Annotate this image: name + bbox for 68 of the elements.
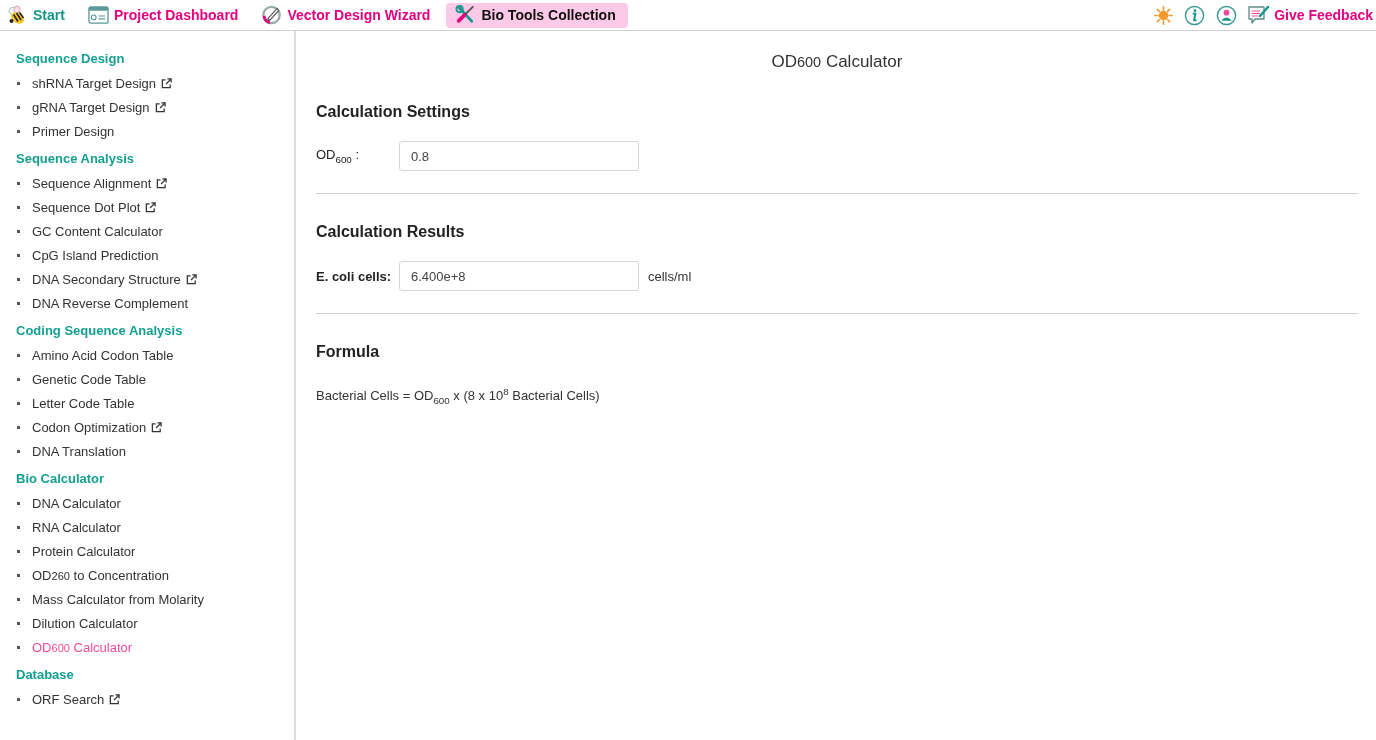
bullet-icon [17,401,20,405]
section-heading: Calculation Results [316,222,466,242]
sidebar-link[interactable]: RNA Calculator [32,519,121,535]
sidebar-link[interactable]: Amino Acid Codon Table [32,347,174,363]
bullet-icon [17,181,20,185]
sidebar-heading: Bio Calculator [16,470,105,488]
bullet-icon [17,621,20,625]
unit-label: cells/ml [648,268,692,284]
bullet-icon [17,105,20,109]
bullet-icon [17,229,20,233]
sidebar-link[interactable]: DNA Secondary Structure [32,271,197,287]
info-icon[interactable] [1184,4,1206,26]
sidebar-link[interactable]: shRNA Target Design [32,75,173,91]
sidebar-link[interactable]: DNA Calculator [32,495,121,511]
wrench-screwdriver-icon [455,5,477,25]
nav-tab[interactable]: Vector Design Wizard [254,2,441,28]
sidebar-heading: Sequence Analysis [16,150,134,168]
formula-text: Bacterial Cells = OD$_{600}$ x (8 x 10$^{8}$ Bacterial Cells) [316,385,601,408]
bullet-icon [17,645,20,649]
bullet-icon [17,501,20,505]
field-label: OD$_{600}$ : [316,147,360,165]
feedback-link[interactable]: Give Feedback [1248,5,1373,25]
bullet-icon [17,277,20,281]
sidebar-link[interactable]: Primer Design [32,123,115,139]
sidebar-link[interactable]: Sequence Alignment [32,175,168,191]
bullet-icon [17,129,20,133]
sidebar-link[interactable]: DNA Translation [32,443,126,459]
nav-tab[interactable]: Bio Tools Collection [446,2,628,28]
sidebar-link[interactable]: ORF Search [32,691,121,707]
sidebar-link[interactable]: Codon Optimization [32,419,163,435]
bullet-icon [17,597,20,601]
input-field[interactable]: 0.8 [399,141,639,171]
nav-tab[interactable]: Start [0,2,75,28]
bullet-icon [17,573,20,577]
sidebar-link[interactable]: Mass Calculator from Molarity [32,591,204,607]
user-icon[interactable] [1216,4,1238,26]
section-heading: Formula [316,342,381,362]
sidebar-link[interactable]: DNA Reverse Complement [32,295,189,311]
ring-pen-icon [261,5,283,25]
bullet-icon [17,377,20,381]
sidebar-link[interactable]: gRNA Target Design [32,99,166,115]
browser-window-icon [87,5,109,25]
bullet-icon [17,253,20,257]
section-heading: Calculation Settings [316,102,471,122]
field-label: E. coli cells: [316,268,393,284]
sidebar-link[interactable]: Sequence Dot Plot [32,199,157,215]
sidebar-link[interactable]: GC Content Calculator [32,223,163,239]
bullet-icon [17,425,20,429]
sidebar-link[interactable]: CpG Island Prediction [32,247,159,263]
bullet-icon [17,301,20,305]
sidebar-link[interactable]: Genetic Code Table [32,371,146,387]
sidebar-link[interactable]: Letter Code Table [32,395,135,411]
nav-tab[interactable]: Project Dashboard [80,2,249,28]
bullet-icon [17,205,20,209]
bullet-icon [17,549,20,553]
bullet-icon [17,449,20,453]
bullet-icon [17,353,20,357]
sun-icon[interactable] [1154,5,1174,25]
sidebar-heading: Database [16,666,74,684]
bullet-icon [17,81,20,85]
output-field[interactable]: 6.400e+8 [399,261,639,291]
sidebar-link[interactable]: Protein Calculator [32,543,136,559]
sidebar-heading: Coding Sequence Analysis [16,322,183,340]
sidebar-heading: Sequence Design [16,50,125,68]
sidebar-link[interactable]: Dilution Calculator [32,615,138,631]
note-pencil-icon [1248,5,1271,25]
bullet-icon [17,697,20,701]
bullet-icon [17,525,20,529]
